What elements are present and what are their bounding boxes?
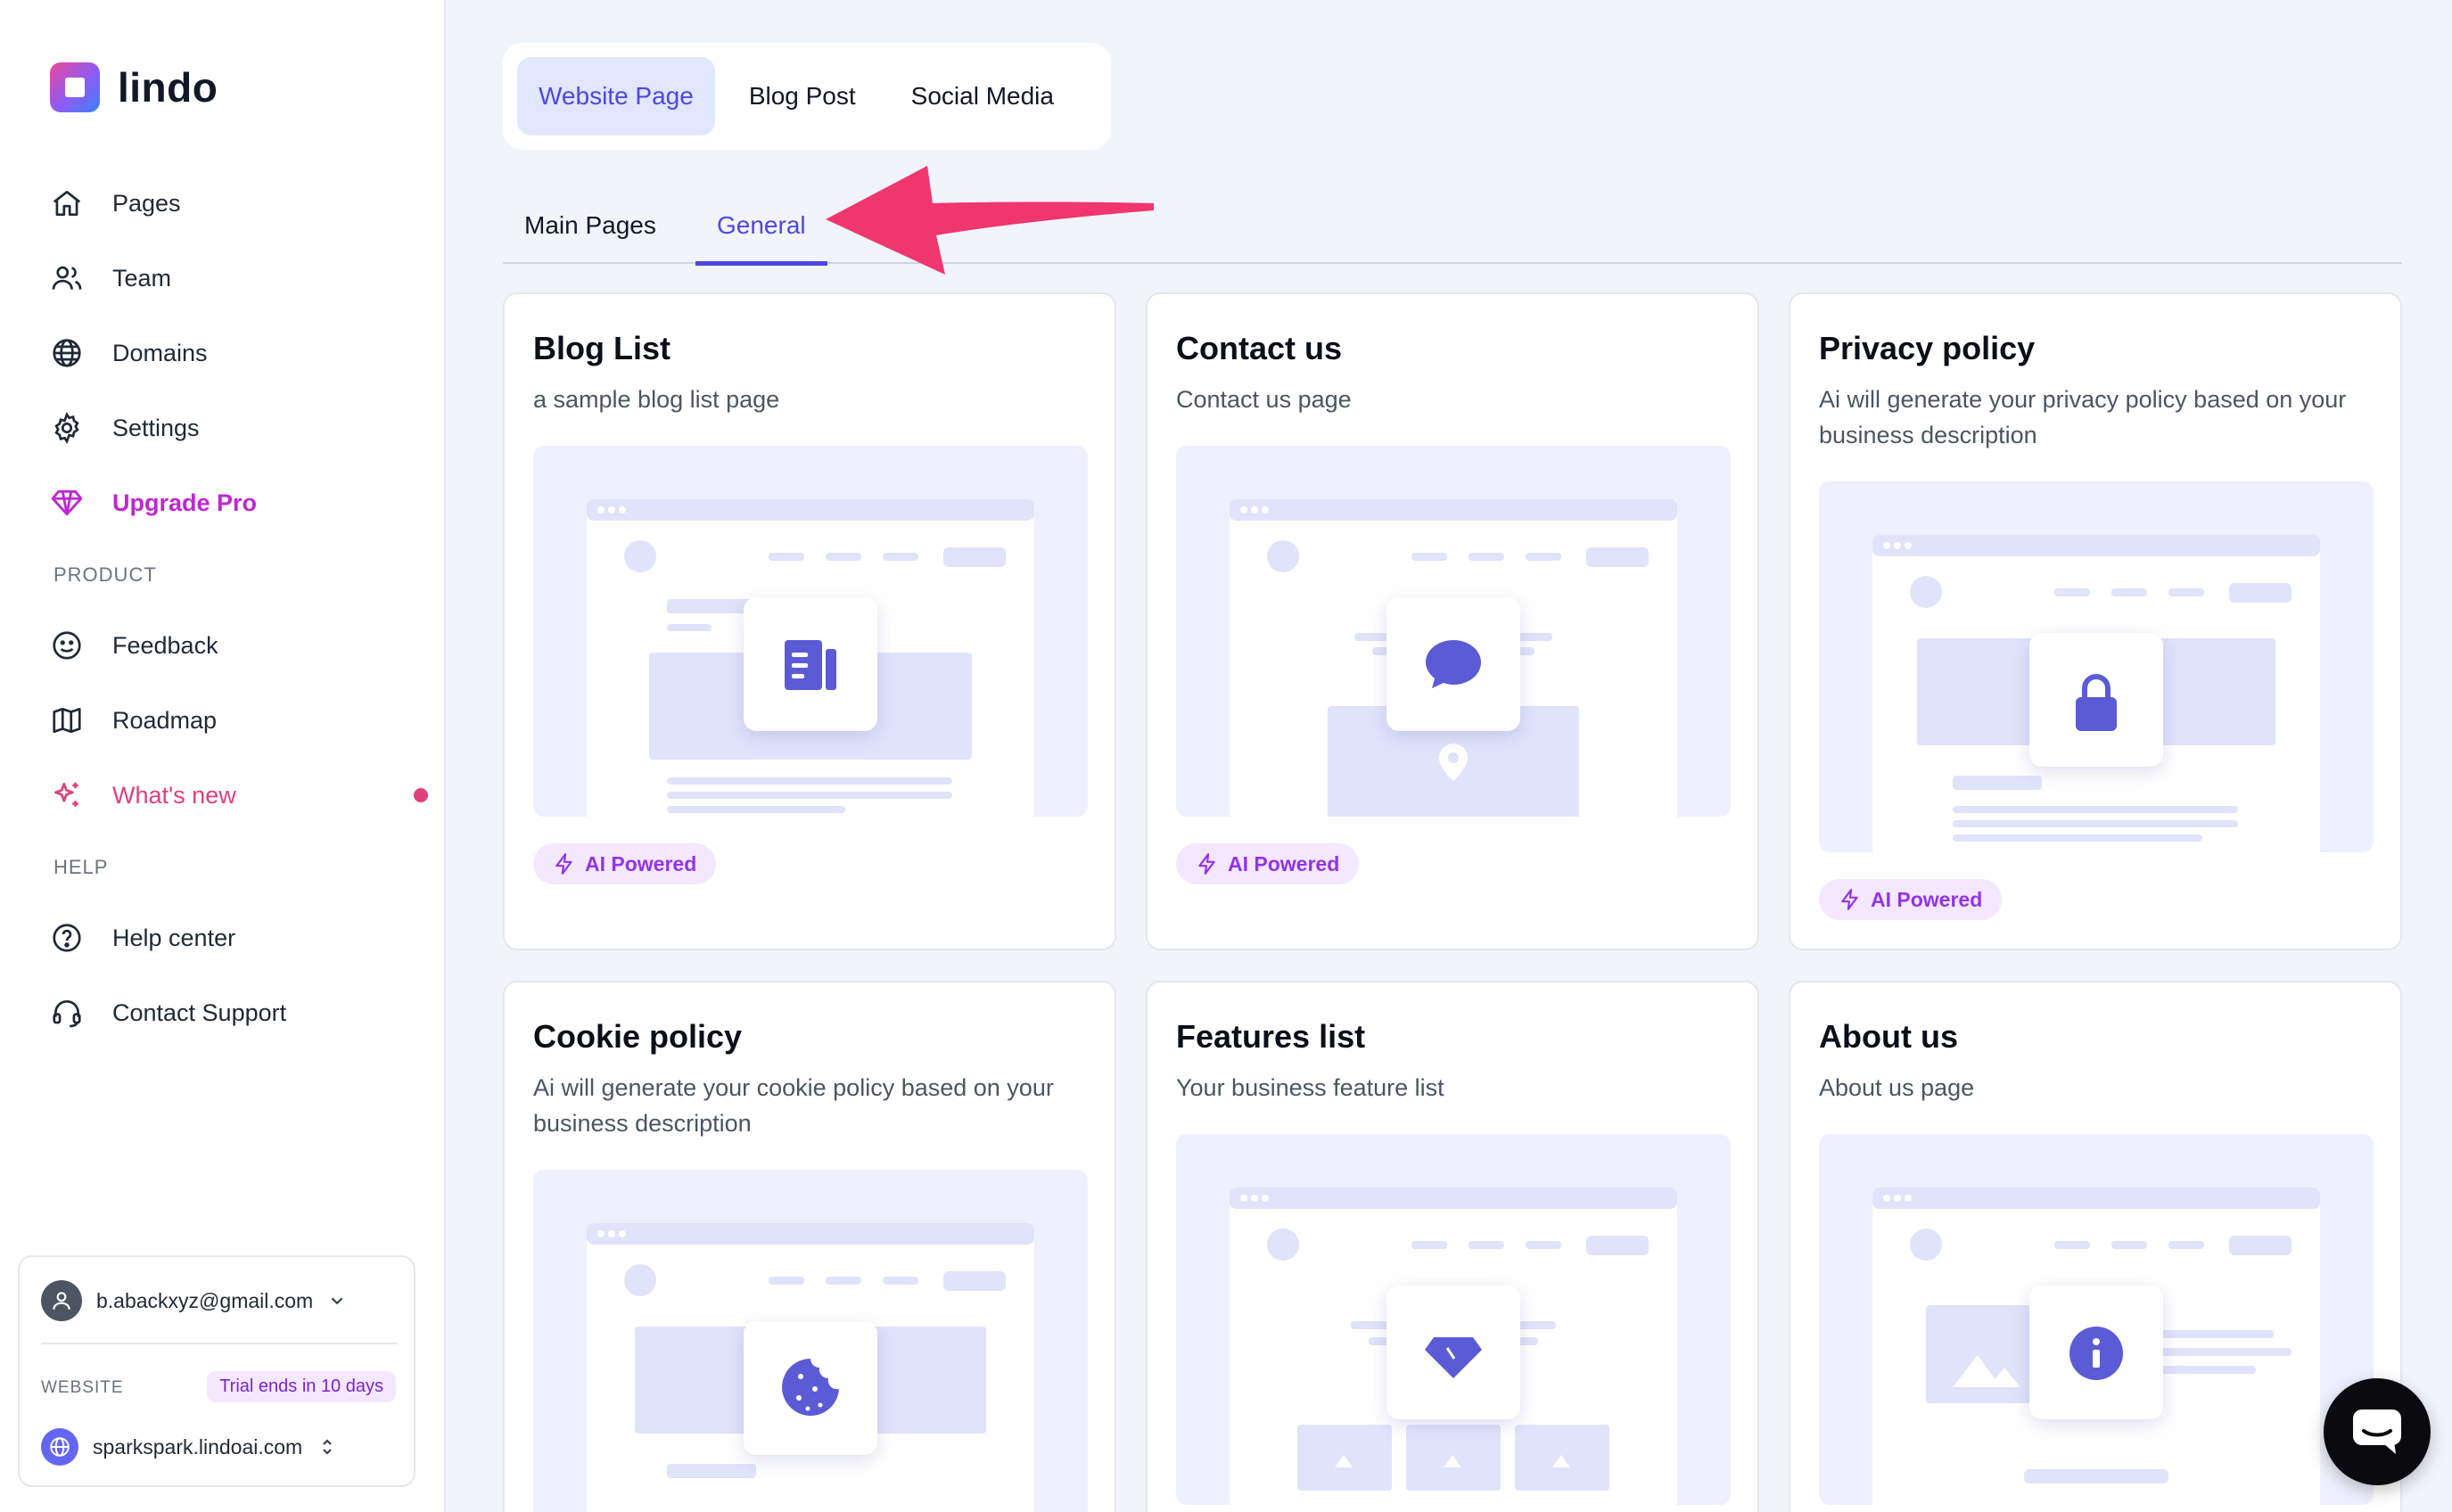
logo[interactable]: lindo bbox=[50, 62, 218, 112]
template-card-contact-us[interactable]: Contact us Contact us page AI Powered bbox=[1146, 292, 1759, 950]
new-indicator-dot bbox=[414, 788, 428, 802]
ai-powered-badge: AI Powered bbox=[1819, 879, 2003, 920]
sidebar-item-label: What's new bbox=[112, 781, 236, 809]
sidebar-item-team[interactable]: Team bbox=[50, 253, 407, 303]
template-card-cookie-policy[interactable]: Cookie policy Ai will generate your cook… bbox=[503, 981, 1116, 1512]
sidebar-item-roadmap[interactable]: Roadmap bbox=[50, 695, 407, 745]
website-switcher[interactable]: sparkspark.lindoai.com bbox=[41, 1426, 338, 1467]
gear-icon bbox=[54, 411, 79, 445]
template-card-about-us[interactable]: About us About us page bbox=[1789, 981, 2402, 1512]
map-icon bbox=[53, 707, 81, 734]
sidebar-item-label: Upgrade Pro bbox=[112, 489, 258, 516]
sidebar-item-pages[interactable]: Pages bbox=[50, 178, 407, 228]
card-preview bbox=[1819, 481, 2374, 852]
sidebar-item-help-center[interactable]: Help center bbox=[50, 913, 407, 963]
card-title: Features list bbox=[1176, 1018, 1366, 1055]
tab-main-pages[interactable]: Main Pages bbox=[524, 187, 656, 264]
avatar bbox=[41, 1280, 82, 1321]
section-label-product: PRODUCT bbox=[53, 563, 157, 586]
headset-icon bbox=[53, 999, 81, 1028]
card-title: Privacy policy bbox=[1819, 330, 2036, 366]
category-tabs: Main Pages General bbox=[503, 187, 2402, 266]
diamond-icon bbox=[51, 489, 83, 516]
lightning-icon bbox=[1198, 853, 1215, 875]
tab-website-page[interactable]: Website Page bbox=[517, 57, 715, 136]
sidebar-item-label: Help center bbox=[112, 924, 236, 951]
ai-powered-badge: AI Powered bbox=[1176, 843, 1360, 884]
card-description: Your business feature list bbox=[1176, 1074, 1444, 1101]
account-panel: b.abackxyz@gmail.com WEBSITE Trial ends … bbox=[18, 1255, 416, 1487]
card-title: Blog List bbox=[533, 330, 671, 366]
annotation-arrow bbox=[826, 166, 1154, 275]
sidebar-item-whats-new[interactable]: What's new bbox=[50, 770, 428, 820]
template-card-features-list[interactable]: Features list Your business feature list bbox=[1146, 981, 1759, 1512]
ai-powered-badge: AI Powered bbox=[533, 843, 717, 884]
trial-badge[interactable]: Trial ends in 10 days bbox=[207, 1371, 396, 1402]
content-type-tabs: Website Page Blog Post Social Media bbox=[503, 43, 1111, 150]
card-description: Ai will generate your privacy policy bas… bbox=[1819, 386, 2347, 448]
info-icon bbox=[2069, 1327, 2123, 1380]
sidebar-item-settings[interactable]: Settings bbox=[50, 403, 407, 453]
card-preview bbox=[533, 1170, 1088, 1512]
sidebar-item-contact-support[interactable]: Contact Support bbox=[50, 988, 407, 1038]
help-circle-icon bbox=[53, 924, 81, 952]
chat-widget-button[interactable] bbox=[2324, 1378, 2431, 1485]
divider bbox=[41, 1343, 398, 1344]
card-title: Cookie policy bbox=[533, 1018, 743, 1055]
sidebar-item-upgrade-pro[interactable]: Upgrade Pro bbox=[50, 478, 407, 528]
lightning-icon bbox=[555, 853, 572, 875]
tab-blog-post[interactable]: Blog Post bbox=[728, 57, 877, 136]
card-preview bbox=[1176, 1134, 1731, 1505]
sparkles-icon bbox=[53, 782, 78, 807]
chevron-down-icon bbox=[331, 1297, 343, 1305]
sidebar-item-label: Settings bbox=[112, 414, 200, 441]
sidebar-item-feedback[interactable]: Feedback bbox=[50, 620, 407, 670]
card-description: a sample blog list page bbox=[533, 386, 780, 413]
sidebar-item-label: Pages bbox=[112, 189, 181, 217]
sidebar-item-label: Team bbox=[112, 264, 172, 292]
user-icon bbox=[53, 1292, 70, 1310]
template-card-blog-list[interactable]: Blog List a sample blog list page AI Pow… bbox=[503, 292, 1116, 950]
account-switcher[interactable]: b.abackxyz@gmail.com bbox=[41, 1278, 347, 1323]
sidebar-item-label: Roadmap bbox=[112, 706, 218, 734]
lindo-logo-icon bbox=[50, 62, 100, 112]
chat-icon bbox=[2353, 1409, 2401, 1454]
card-title: About us bbox=[1819, 1018, 1958, 1055]
template-card-privacy-policy[interactable]: Privacy policy Ai will generate your pri… bbox=[1789, 292, 2402, 950]
card-title: Contact us bbox=[1176, 330, 1343, 366]
card-description: About us page bbox=[1819, 1074, 1975, 1101]
chevron-up-down-icon bbox=[323, 1439, 332, 1455]
users-icon bbox=[52, 266, 82, 290]
sidebar-item-label: Feedback bbox=[112, 631, 218, 659]
site-domain: sparkspark.lindoai.com bbox=[93, 1434, 303, 1459]
card-preview bbox=[533, 446, 1088, 817]
website-label: WEBSITE bbox=[41, 1378, 124, 1397]
lightning-icon bbox=[1841, 889, 1858, 910]
sidebar-item-label: Domains bbox=[112, 339, 208, 366]
sidebar: lindo Pages Team Domains Settings Upgrad… bbox=[0, 0, 446, 1512]
globe-icon bbox=[53, 339, 81, 367]
card-description: Ai will generate your cookie policy base… bbox=[533, 1074, 1054, 1137]
account-email: b.abackxyz@gmail.com bbox=[96, 1288, 314, 1312]
sidebar-item-label: Contact Support bbox=[112, 998, 287, 1026]
section-label-help: HELP bbox=[53, 856, 109, 878]
smile-icon bbox=[53, 631, 81, 660]
logo-text: lindo bbox=[118, 64, 218, 111]
sidebar-item-domains[interactable]: Domains bbox=[50, 328, 407, 378]
tab-general[interactable]: General bbox=[695, 187, 827, 266]
card-preview bbox=[1176, 446, 1731, 817]
card-description: Contact us page bbox=[1176, 386, 1352, 413]
tab-social-media[interactable]: Social Media bbox=[890, 57, 1075, 136]
card-preview bbox=[1819, 1134, 2374, 1505]
site-globe-icon bbox=[41, 1428, 78, 1466]
home-icon bbox=[53, 190, 81, 217]
